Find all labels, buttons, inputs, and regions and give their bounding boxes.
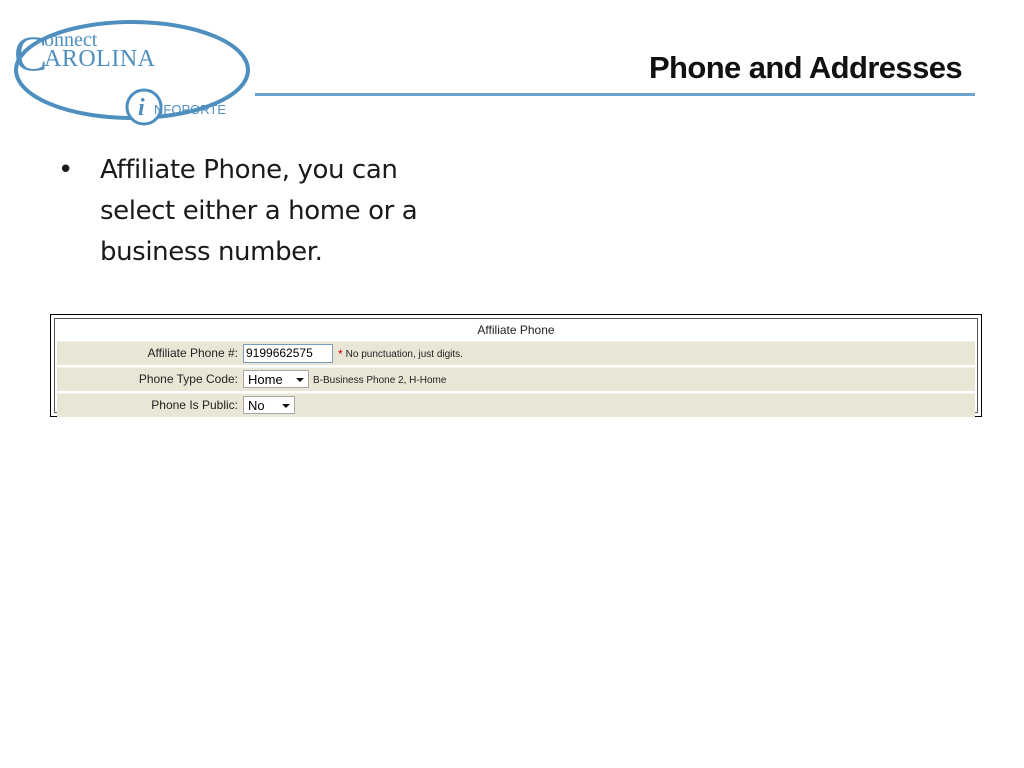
row-affiliate-phone: Affiliate Phone #: 9199662575 * No punct… xyxy=(57,341,975,365)
phone-public-label: Phone Is Public: xyxy=(151,398,238,412)
phone-type-select[interactable]: Home xyxy=(243,370,309,388)
connect-carolina-logo: C onnect AROLINA i NFOPORTE xyxy=(10,12,255,130)
logo-word-infoporte: NFOPORTE xyxy=(154,102,226,117)
logo-graphic: C onnect AROLINA i NFOPORTE xyxy=(14,20,250,126)
chevron-down-icon xyxy=(282,404,290,408)
phone-format-note: No punctuation, just digits. xyxy=(345,349,463,360)
affiliate-phone-panel: Affiliate Phone Affiliate Phone #: 91996… xyxy=(50,314,982,417)
bullet-text: Affiliate Phone, you can select either a… xyxy=(100,155,418,267)
panel-caption: Affiliate Phone xyxy=(55,319,977,341)
row-phone-public: Phone Is Public: No xyxy=(57,393,975,417)
title-divider xyxy=(255,92,975,98)
logo-i-letter: i xyxy=(138,95,145,121)
bullet-list: • Affiliate Phone, you can select either… xyxy=(58,150,478,273)
required-marker: * xyxy=(338,346,343,361)
logo-word-arolina: AROLINA xyxy=(44,46,156,72)
bullet-marker: • xyxy=(58,155,74,185)
phone-type-selected: Home xyxy=(248,372,283,387)
affiliate-phone-label: Affiliate Phone #: xyxy=(147,346,238,360)
phone-type-hint: B-Business Phone 2, H-Home xyxy=(313,374,447,386)
affiliate-phone-input[interactable]: 9199662575 xyxy=(243,344,333,363)
affiliate-phone-panel-inner: Affiliate Phone Affiliate Phone #: 91996… xyxy=(54,318,978,417)
row-phone-type: Phone Type Code: Home B-Business Phone 2… xyxy=(57,367,975,391)
phone-type-label: Phone Type Code: xyxy=(138,372,238,386)
phone-public-selected: No xyxy=(248,398,265,413)
logo-big-c: C xyxy=(14,25,47,81)
phone-public-select[interactable]: No xyxy=(243,396,295,414)
chevron-down-icon xyxy=(296,378,304,382)
page-title: Phone and Addresses xyxy=(648,50,963,85)
